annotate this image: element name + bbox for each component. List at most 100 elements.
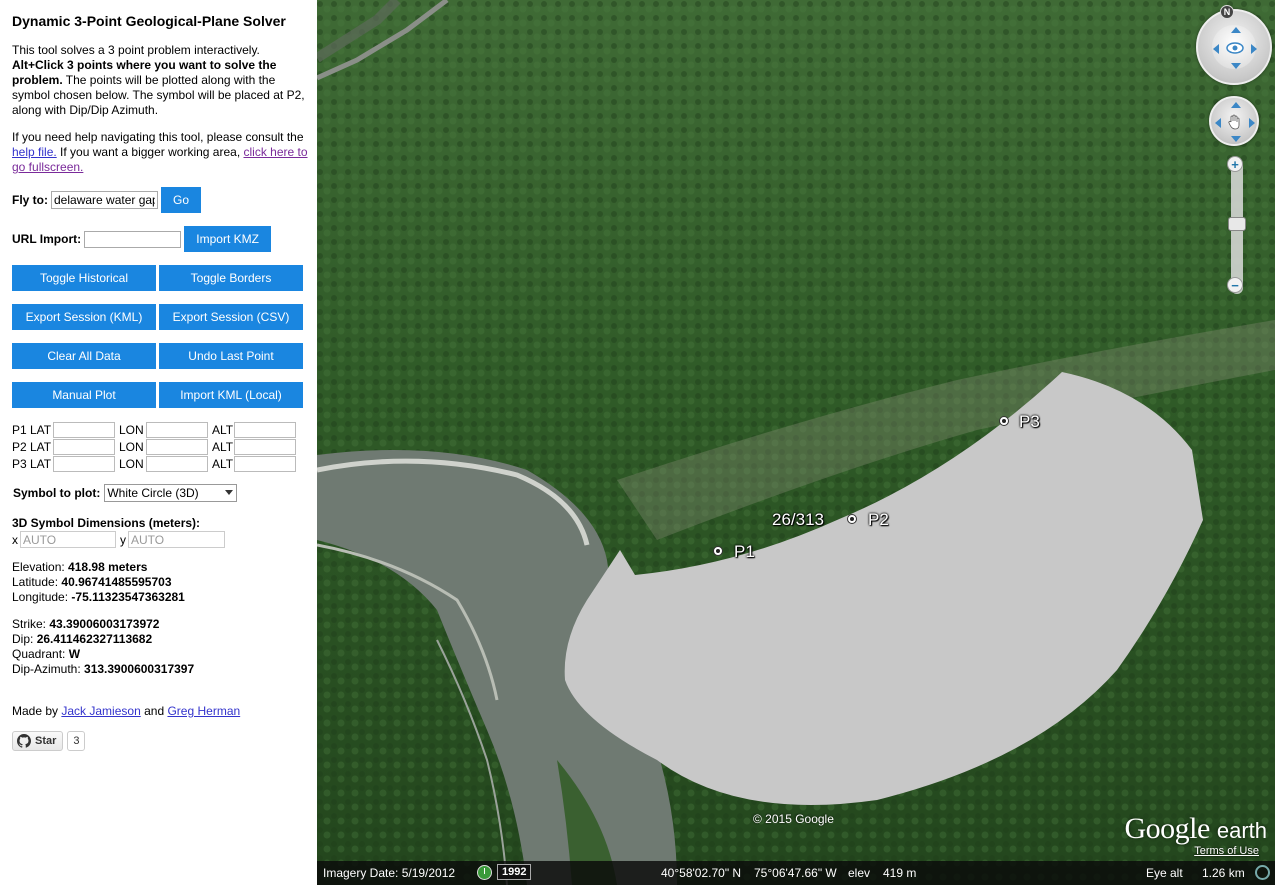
- quadrant-line: Quadrant: W: [12, 647, 194, 662]
- quadrant-label: Quadrant:: [12, 647, 66, 661]
- symbol-select[interactable]: White Circle (3D): [104, 484, 238, 502]
- p2-lon-label: LON: [119, 439, 144, 454]
- github-icon: [17, 734, 31, 748]
- streaming-status-icon: [1255, 865, 1270, 880]
- symbol-row: Symbol to plot: White Circle (3D): [12, 484, 238, 502]
- move-control[interactable]: [1209, 96, 1259, 146]
- intro-plain-1: This tool solves a 3 point problem inter…: [12, 43, 260, 57]
- sidebar: Dynamic 3-Point Geological-Plane Solver …: [0, 0, 317, 885]
- move-left-icon[interactable]: [1215, 118, 1221, 128]
- p2-lat-input[interactable]: [53, 438, 115, 455]
- help-pre: If you need help navigating this tool, p…: [12, 130, 304, 144]
- google-earth-logo: Google earth: [1125, 812, 1267, 846]
- help-text: If you need help navigating this tool, p…: [12, 130, 312, 175]
- help-file-link[interactable]: help file.: [12, 145, 57, 159]
- terms-of-use-link[interactable]: Terms of Use: [1194, 845, 1259, 857]
- undo-last-point-button[interactable]: Undo Last Point: [159, 343, 303, 369]
- p1-alt-input[interactable]: [234, 421, 296, 438]
- p2-alt-label: ALT: [212, 439, 234, 454]
- elevation-value: 418.98 meters: [68, 560, 148, 574]
- solution-info: Strike: 43.39006003173972 Dip: 26.411462…: [12, 617, 194, 677]
- status-bar: Imagery Date: 5/19/2012 1992 40°58'02.70…: [317, 861, 1275, 885]
- github-star-widget: Star 3: [12, 731, 86, 751]
- toggle-historical-button[interactable]: Toggle Historical: [12, 265, 156, 291]
- strike-value: 43.39006003173972: [49, 617, 160, 631]
- logo-google: Google: [1124, 812, 1211, 845]
- page-title: Dynamic 3-Point Geological-Plane Solver: [12, 13, 286, 29]
- made-by-and: and: [144, 704, 165, 718]
- github-star-button[interactable]: Star: [12, 731, 64, 751]
- eye-alt-label: Eye alt: [1146, 866, 1183, 880]
- zoom-in-button[interactable]: +: [1227, 156, 1243, 172]
- dim-x-input[interactable]: [20, 531, 116, 548]
- latitude-value: 40.96741485595703: [61, 575, 172, 589]
- look-down-icon[interactable]: [1231, 63, 1241, 69]
- p2-lon-input[interactable]: [146, 438, 208, 455]
- p3-alt-label: ALT: [212, 456, 234, 471]
- p1-label: P1: [734, 542, 755, 561]
- zoom-out-button[interactable]: −: [1227, 277, 1243, 293]
- p2-lat-label: P2 LAT: [12, 439, 52, 454]
- dip-azimuth-label: Dip-Azimuth:: [12, 662, 81, 676]
- elevation-label: Elevation:: [12, 560, 65, 574]
- p2-marker[interactable]: [847, 514, 857, 524]
- logo-earth: earth: [1216, 818, 1267, 843]
- move-up-icon[interactable]: [1231, 102, 1241, 108]
- p1-lon-input[interactable]: [146, 421, 208, 438]
- fly-to-row: Fly to: Go: [12, 187, 201, 213]
- look-control[interactable]: [1196, 9, 1272, 85]
- longitude-line: Longitude: -75.11323547363281: [12, 590, 185, 605]
- toggle-borders-button[interactable]: Toggle Borders: [159, 265, 303, 291]
- p3-lon-input[interactable]: [146, 455, 208, 472]
- historical-clock-icon[interactable]: [477, 865, 492, 880]
- earth-map-view[interactable]: P1 P2 26/313 P3 N + − © 2015 Google Goog…: [317, 0, 1275, 885]
- look-up-icon[interactable]: [1231, 27, 1241, 33]
- dim-x-label: x: [12, 532, 18, 547]
- compass-north-button[interactable]: N: [1220, 5, 1234, 19]
- p2-alt-input[interactable]: [234, 438, 296, 455]
- satellite-imagery: [317, 0, 1275, 885]
- p1-lat-input[interactable]: [53, 421, 115, 438]
- p1-lon-label: LON: [119, 422, 144, 437]
- p3-lat-label: P3 LAT: [12, 456, 52, 471]
- move-down-icon[interactable]: [1231, 136, 1241, 142]
- elevation-line: Elevation: 418.98 meters: [12, 560, 185, 575]
- import-kmz-button[interactable]: Import KMZ: [184, 226, 272, 252]
- p3-lat-input[interactable]: [53, 455, 115, 472]
- dip-line: Dip: 26.411462327113682: [12, 632, 194, 647]
- cursor-lon: 75°06'47.66" W: [754, 866, 837, 880]
- imagery-date: Imagery Date: 5/19/2012: [323, 866, 456, 880]
- longitude-value: -75.11323547363281: [71, 590, 185, 604]
- p3-label: P3: [1019, 412, 1040, 431]
- clear-all-data-button[interactable]: Clear All Data: [12, 343, 156, 369]
- p3-marker[interactable]: [999, 416, 1009, 426]
- eye-look-icon: [1226, 42, 1244, 54]
- credits: Made by Jack Jamieson and Greg Herman: [12, 704, 240, 719]
- star-count[interactable]: 3: [67, 731, 86, 751]
- dim-y-input[interactable]: [128, 531, 225, 548]
- manual-plot-button[interactable]: Manual Plot: [12, 382, 156, 408]
- fly-to-label: Fly to:: [12, 193, 48, 207]
- p1-alt-label: ALT: [212, 422, 234, 437]
- url-import-row: URL Import: Import KMZ: [12, 226, 272, 252]
- star-label: Star: [35, 735, 57, 747]
- move-right-icon[interactable]: [1249, 118, 1255, 128]
- look-right-icon[interactable]: [1251, 44, 1257, 54]
- look-left-icon[interactable]: [1213, 44, 1219, 54]
- fly-to-input[interactable]: [51, 191, 158, 209]
- import-kml-local-button[interactable]: Import KML (Local): [159, 382, 303, 408]
- go-button[interactable]: Go: [161, 187, 201, 213]
- p3-coord-row: P3 LAT LON ALT: [12, 455, 296, 472]
- dip-azimuth-line: Dip-Azimuth: 313.3900600317397: [12, 662, 194, 677]
- author-2-link[interactable]: Greg Herman: [167, 704, 240, 718]
- p3-alt-input[interactable]: [234, 455, 296, 472]
- dip-value: 26.411462327113682: [36, 632, 153, 646]
- export-kml-button[interactable]: Export Session (KML): [12, 304, 156, 330]
- export-csv-button[interactable]: Export Session (CSV): [159, 304, 303, 330]
- author-1-link[interactable]: Jack Jamieson: [61, 704, 140, 718]
- url-import-input[interactable]: [84, 230, 182, 248]
- zoom-thumb[interactable]: [1228, 217, 1246, 231]
- elev-label: elev: [848, 866, 871, 880]
- p1-marker[interactable]: [713, 546, 723, 556]
- historical-year-badge[interactable]: 1992: [497, 864, 532, 880]
